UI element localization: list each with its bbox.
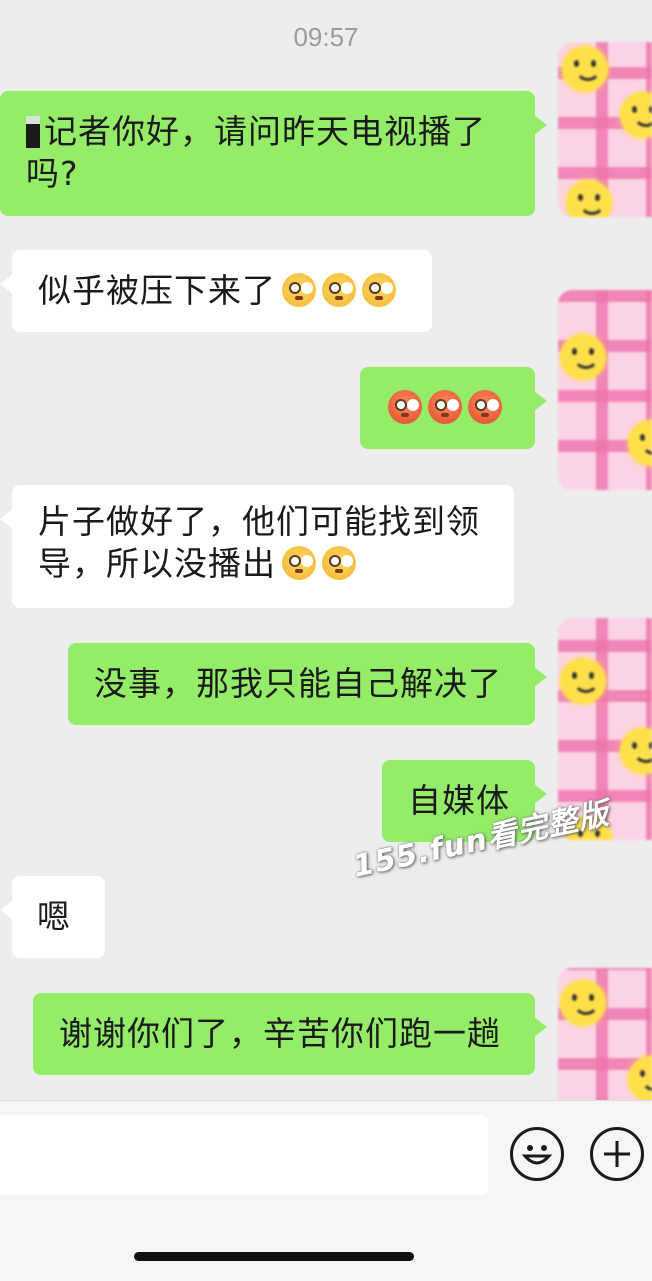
message-bubble-outgoing[interactable]: 记者你好，请问昨天电视播了吗? [0, 91, 547, 216]
angry-face-icon [468, 389, 502, 424]
message-bubble-incoming[interactable]: 似乎被压下来了 [0, 250, 432, 332]
message-text: 似乎被压下来了 [38, 271, 276, 310]
message-text: 嗯 [37, 897, 71, 936]
self-avatar[interactable] [558, 290, 652, 490]
woozy-face-icon [322, 545, 356, 580]
redacted-mark [26, 115, 40, 148]
home-indicator[interactable] [134, 1252, 414, 1261]
message-input[interactable] [0, 1115, 488, 1195]
message-text: 记者你好，请问昨天电视播了吗? [26, 112, 486, 193]
angry-face-icon [428, 389, 462, 424]
angry-face-icon [388, 389, 422, 424]
message-text-line: 导，所以没播出 [38, 544, 276, 583]
self-avatar[interactable] [558, 42, 652, 217]
status-time: 09:57 [293, 22, 359, 52]
self-avatar[interactable] [558, 968, 652, 1108]
flushed-face-icon [322, 272, 356, 307]
message-text-line: 片子做好了，他们可能找到领 [38, 502, 480, 541]
message-text: 没事，那我只能自己解决了 [94, 664, 502, 703]
message-text: 谢谢你们了，辛苦你们跑一趟 [59, 1014, 501, 1053]
message-bubble-incoming[interactable]: 片子做好了，他们可能找到领 导，所以没播出 [0, 485, 514, 608]
woozy-face-icon [282, 545, 316, 580]
message-bubble-outgoing[interactable] [360, 367, 547, 449]
message-bubble-outgoing[interactable]: 没事，那我只能自己解决了 [68, 643, 547, 725]
flushed-face-icon [362, 272, 396, 307]
smiley-icon[interactable] [510, 1127, 564, 1181]
message-bubble-outgoing[interactable]: 谢谢你们了，辛苦你们跑一趟 [33, 993, 547, 1075]
message-bubble-incoming[interactable]: 嗯 [0, 876, 105, 958]
plus-icon[interactable] [590, 1127, 644, 1181]
flushed-face-icon [282, 272, 316, 307]
